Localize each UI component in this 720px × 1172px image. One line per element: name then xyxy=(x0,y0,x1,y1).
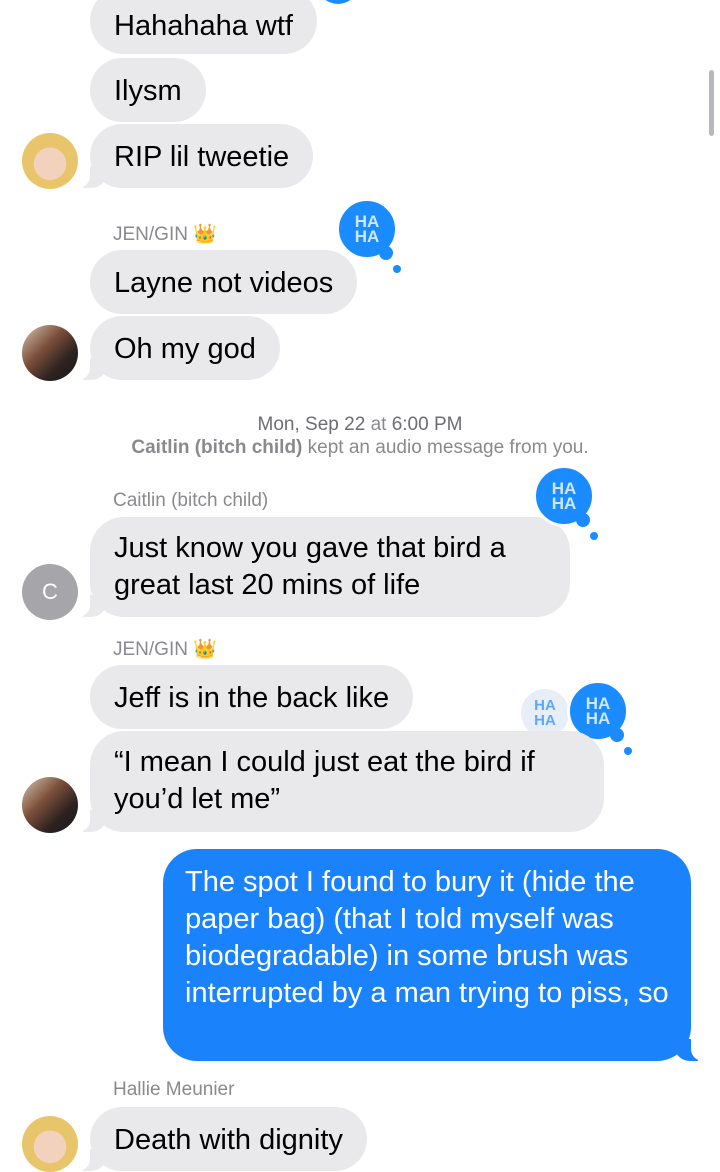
avatar[interactable] xyxy=(22,325,78,381)
haha-reaction-partial xyxy=(318,0,364,6)
message-bubble[interactable]: Layne not videos xyxy=(90,250,358,314)
haha-reaction-icon[interactable]: HA HA xyxy=(336,198,401,273)
haha-reaction-icon[interactable]: HA HA xyxy=(533,465,598,540)
crown-icon: 👑 xyxy=(193,224,217,245)
sender-name: Caitlin (bitch child) xyxy=(113,490,269,511)
avatar[interactable] xyxy=(22,1116,78,1172)
avatar[interactable] xyxy=(22,777,78,833)
crown-icon: 👑 xyxy=(193,639,217,660)
message-bubble[interactable]: Hahahaha wtf xyxy=(90,0,317,54)
message-bubble[interactable]: RIP lil tweetie xyxy=(77,124,314,188)
scrollbar[interactable] xyxy=(709,70,714,136)
sent-message-bubble[interactable]: The spot I found to bury it (hide the pa… xyxy=(163,849,703,1061)
message-bubble[interactable]: Just know you gave that bird a great las… xyxy=(78,517,570,617)
sender-name: JEN/GIN 👑 xyxy=(113,639,217,660)
message-bubble[interactable]: “I mean I could just eat the bird if you… xyxy=(78,731,604,832)
avatar[interactable] xyxy=(22,133,78,189)
message-bubble[interactable]: Ilysm xyxy=(90,58,206,122)
message-bubble[interactable]: Oh my god xyxy=(78,316,280,380)
sender-name: Hallie Meunier xyxy=(113,1079,235,1100)
kept-audio-notice: Caitlin (bitch child) kept an audio mess… xyxy=(131,437,589,458)
sender-name: JEN/GIN 👑 xyxy=(113,224,217,245)
avatar[interactable]: C xyxy=(22,564,78,620)
message-bubble[interactable]: Jeff is in the back like xyxy=(90,665,414,729)
timestamp: Mon, Sep 22 at 6:00 PM xyxy=(257,414,463,435)
message-bubble[interactable]: Death with dignity xyxy=(78,1107,367,1171)
